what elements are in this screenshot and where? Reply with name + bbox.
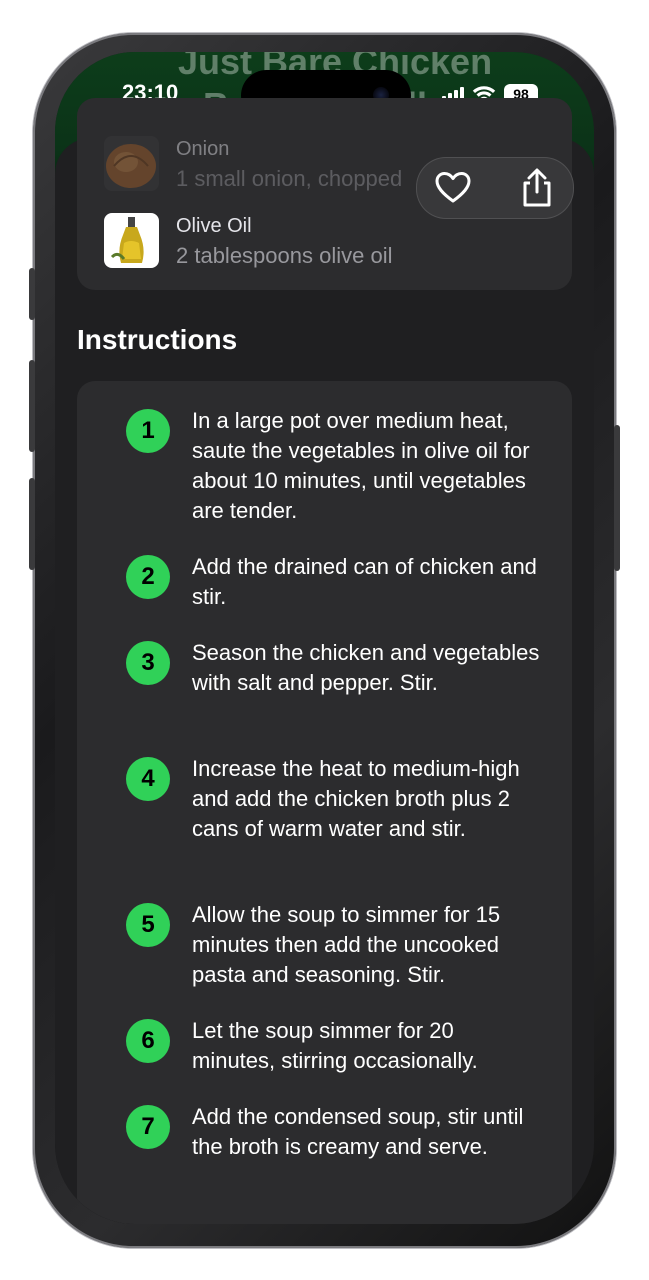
step-text: Let the soup simmer for 20 minutes, stir… [192,1018,478,1073]
step-number: 7 [126,1105,170,1149]
step-text: Allow the soup to simmer for 15 minutes … [192,902,501,987]
heart-icon [435,172,471,203]
step-number: 1 [126,409,170,453]
step-text: Increase the heat to medium-high and add… [192,756,520,841]
power-button [614,425,620,571]
olive-oil-image [104,213,159,268]
ingredient-row[interactable]: Olive Oil 2 tablespoons olive oil [104,213,544,269]
step-number: 4 [126,757,170,801]
step-text: In a large pot over medium heat, saute t… [192,408,530,523]
screen: Just Bare Chicken Breast Noodles 23:10 9… [55,52,594,1224]
ingredient-quantity: 2 tablespoons olive oil [176,243,393,268]
recipe-sheet[interactable]: Onion 1 small onion, chopped Olive Oil 2… [55,98,594,1224]
step-number: 2 [126,555,170,599]
onion-image [104,136,159,191]
instructions-card: 1 In a large pot over medium heat, saute… [77,381,572,1224]
step-number: 6 [126,1019,170,1063]
section-title: Instructions [77,324,238,355]
share-icon [523,168,551,207]
step-text: Season the chicken and vegetables with s… [192,640,540,695]
action-button [29,268,35,320]
share-button[interactable] [517,168,557,208]
step-text: Add the drained can of chicken and stir. [192,554,537,609]
volume-up-button [29,360,35,452]
step-number: 3 [126,641,170,685]
ingredient-quantity: 1 small onion, chopped [176,166,403,191]
step-number: 5 [126,903,170,947]
step-text: Add the condensed soup, stir until the b… [192,1104,524,1159]
ingredient-name: Onion [176,138,230,160]
ingredient-name: Olive Oil [176,215,252,237]
favorite-button[interactable] [433,168,473,208]
volume-down-button [29,478,35,570]
recipe-actions [416,157,574,219]
